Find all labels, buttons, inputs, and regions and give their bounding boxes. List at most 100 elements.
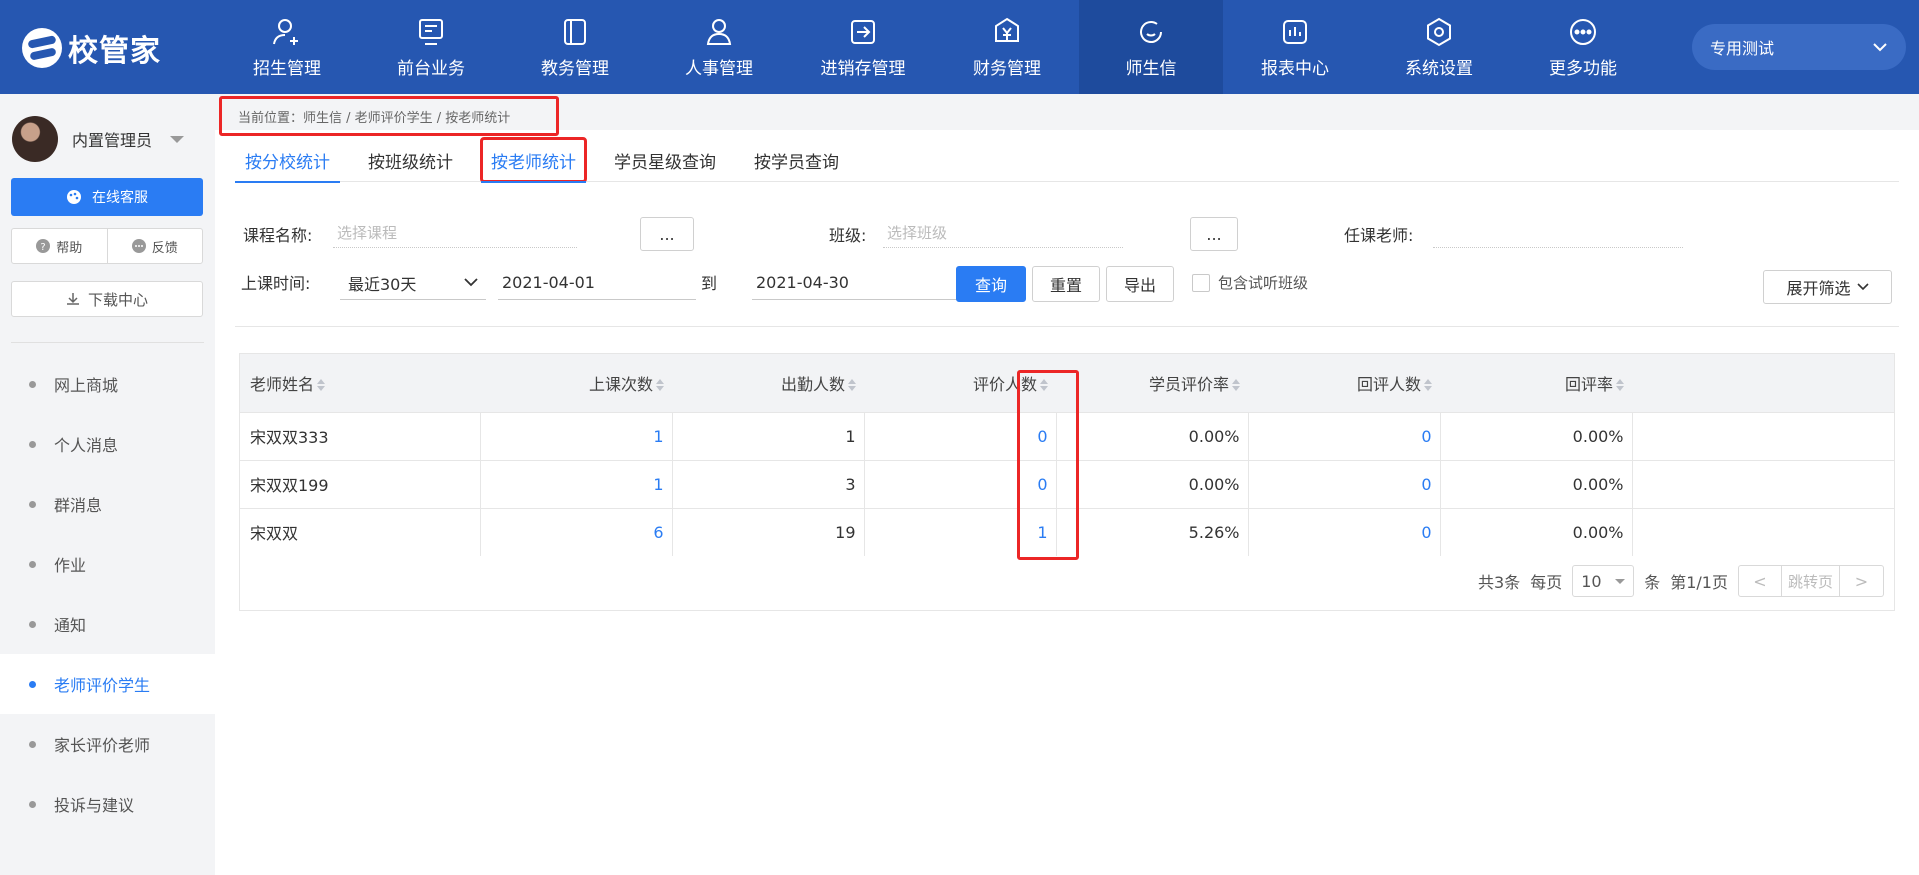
nav-item-reports[interactable]: 报表中心 [1223,0,1367,94]
teacher-label: 任课老师: [1344,226,1414,245]
col-reply-rate[interactable]: 回评率 [1440,354,1632,412]
table-row: 宋双双333 1 1 0 0.00% 0 0.00% [240,412,1894,460]
pager-per-page-label: 每页 [1530,573,1563,592]
cell-attendance: 1 [672,412,865,460]
expand-filter-button[interactable]: 展开筛选 [1763,270,1892,304]
sidebar-item-label: 家长评价老师 [54,736,151,755]
question-icon: ? [36,239,51,253]
nav-item-settings[interactable]: 系统设置 [1367,0,1511,94]
cell-teacher-name: 宋双双333 [240,412,481,460]
cell-reply-count-link[interactable]: 0 [1248,508,1441,556]
cell-evaluation-rate: 0.00% [1056,460,1249,508]
user-menu[interactable]: 内置管理员 [12,116,185,162]
top-navigation-bar: 校管家 招生管理 前台业务 教务管理 人事管理 进销存管理 财务管理 师生信 报… [0,0,1919,94]
bullet-icon [29,380,36,388]
course-input[interactable] [333,218,577,248]
brand-logo[interactable]: 校管家 [22,26,161,70]
cell-evaluation-count-link[interactable]: 0 [864,412,1057,460]
col-attendance[interactable]: 出勤人数 [672,354,864,412]
query-button[interactable]: 查询 [956,266,1026,302]
col-lesson-count[interactable]: 上课次数 [480,354,672,412]
nav-item-label: 系统设置 [1405,58,1473,79]
col-evaluation-count[interactable]: 评价人数 [864,354,1056,412]
end-date-input[interactable] [752,266,964,300]
teacher-input[interactable] [1433,218,1683,248]
jump-page-input[interactable]: 跳转页 [1782,565,1840,597]
bullet-icon [29,800,36,808]
cell-reply-count-link[interactable]: 0 [1248,412,1441,460]
course-picker-button[interactable]: ... [640,217,694,251]
cell-lesson-count-link[interactable]: 6 [480,508,673,556]
sidebar-item-parent-evaluates-teacher[interactable]: 家长评价老师 [0,714,215,774]
cell-lesson-count-link[interactable]: 1 [480,412,673,460]
cell-lesson-count-link[interactable]: 1 [480,460,673,508]
tab-by-branch[interactable]: 按分校统计 [235,138,340,183]
time-label: 上课时间: [241,274,311,293]
nav-item-teacher-student[interactable]: 师生信 [1079,0,1223,94]
online-service-button[interactable]: 在线客服 [11,178,203,216]
feedback-button[interactable]: 反馈 [106,229,203,263]
page-size-value: 10 [1581,571,1602,591]
page-size-select[interactable]: 10 [1572,565,1635,597]
nav-item-finance[interactable]: 财务管理 [935,0,1079,94]
online-service-label: 在线客服 [92,190,148,206]
sort-icon[interactable] [1424,379,1432,392]
feedback-label: 反馈 [151,240,178,256]
sort-icon[interactable] [656,379,664,392]
sort-icon[interactable] [317,379,326,392]
book-icon [564,18,586,45]
nav-item-label: 进销存管理 [820,58,906,79]
sort-icon[interactable] [1232,379,1240,392]
tab-by-class[interactable]: 按班级统计 [358,138,463,182]
cell-evaluation-count-link[interactable]: 1 [864,508,1057,556]
reset-button[interactable]: 重置 [1032,266,1100,302]
account-switcher[interactable]: 专用测试 [1692,24,1906,70]
nav-item-label: 人事管理 [685,58,753,79]
col-reply-count[interactable]: 回评人数 [1248,354,1440,412]
cell-reply-count-link[interactable]: 0 [1248,460,1441,508]
checkbox-box[interactable] [1192,273,1210,292]
sidebar-item-notices[interactable]: 通知 [0,594,215,654]
sidebar-item-teacher-evaluates-student[interactable]: 老师评价学生 [0,654,215,714]
download-center-button[interactable]: 下载中心 [11,281,203,317]
sidebar-item-online-mall[interactable]: 网上商城 [0,354,215,414]
yuan-icon [995,17,1019,42]
sort-icon[interactable] [1040,379,1048,392]
nav-item-inventory[interactable]: 进销存管理 [791,0,935,94]
include-trial-checkbox[interactable]: 包含试听班级 [1192,272,1308,293]
tab-student-star-query[interactable]: 学员星级查询 [604,138,726,182]
nav-item-more[interactable]: 更多功能 [1511,0,1655,94]
nav-item-label: 教务管理 [541,58,609,79]
tab-by-student[interactable]: 按学员查询 [744,138,849,182]
cell-evaluation-count-link[interactable]: 0 [864,460,1057,508]
sort-icon[interactable] [1616,379,1624,392]
export-button[interactable]: 导出 [1106,266,1174,302]
help-button[interactable]: ? 帮助 [12,229,107,263]
nav-item-hr[interactable]: 人事管理 [647,0,791,94]
nav-item-academic[interactable]: 教务管理 [503,0,647,94]
settings-icon [1427,17,1451,46]
class-picker-button[interactable]: ... [1190,217,1238,251]
sidebar-item-label: 作业 [54,556,87,575]
prev-page-button[interactable]: < [1738,565,1782,597]
bullet-icon [29,740,36,748]
next-page-button[interactable]: > [1840,565,1884,597]
col-teacher-name[interactable]: 老师姓名 [240,354,480,412]
nav-item-enrollment[interactable]: 招生管理 [215,0,359,94]
sort-icon[interactable] [848,379,856,392]
tab-by-teacher[interactable]: 按老师统计 [480,137,587,183]
table-header-row: 老师姓名 上课次数 出勤人数 评价人数 学员评价率 回评人数 回评率 [240,354,1894,412]
col-evaluation-rate[interactable]: 学员评价率 [1056,354,1248,412]
time-range-select[interactable]: 最近30天 [340,266,486,300]
sidebar-item-group-messages[interactable]: 群消息 [0,474,215,534]
sidebar-item-homework[interactable]: 作业 [0,534,215,594]
brand-name: 校管家 [68,34,161,69]
account-switcher-label: 专用测试 [1710,39,1775,58]
sidebar-item-complaints[interactable]: 投诉与建议 [0,774,215,834]
cell-empty [1632,412,1894,460]
class-input[interactable] [883,218,1123,248]
start-date-input[interactable] [498,266,696,300]
sidebar-item-personal-messages[interactable]: 个人消息 [0,414,215,474]
nav-item-front-desk[interactable]: 前台业务 [359,0,503,94]
bullet-icon [29,560,36,568]
